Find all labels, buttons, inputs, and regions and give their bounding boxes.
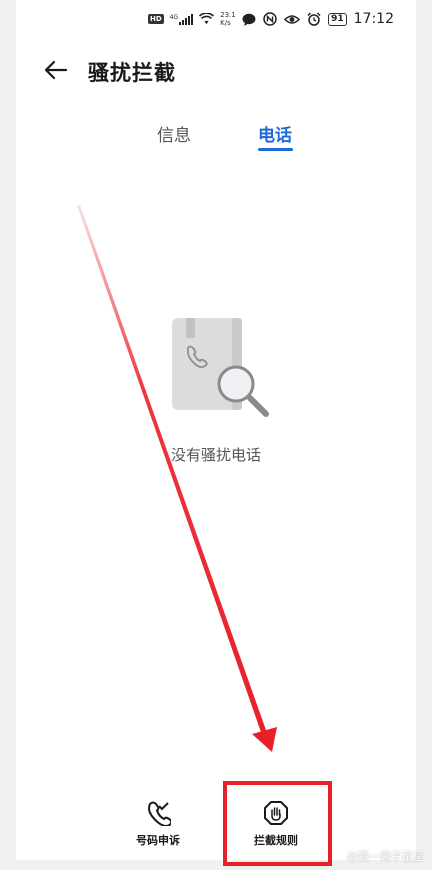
hd-badge: HD [148,14,164,24]
nfc-icon [263,12,277,26]
alarm-icon [307,12,321,26]
status-bar: HD 4G 23.1 K/s 91 17:12 [16,0,416,40]
status-left-group: HD 4G 23.1 K/s [148,11,256,27]
speed-value: 23.1 [220,11,236,19]
clock: 17:12 [353,11,394,27]
speed-unit: K/s [220,19,231,27]
message-bubble-icon [242,13,256,26]
page-title: 骚扰拦截 [88,61,176,85]
phone-appeal-icon [148,801,171,826]
battery-indicator: 91 [328,12,347,26]
watermark-text: @揽一袋子星星 [347,850,424,863]
active-tab-indicator [258,148,293,151]
app-screen: HD 4G 23.1 K/s 91 17:12 骚扰拦截 信息 电话 没有骚扰电… [16,0,416,860]
tab-messages[interactable]: 信息 [157,121,191,146]
empty-call-log-icon [172,318,269,417]
arrow-left-icon [44,60,68,80]
eye-comfort-icon [284,14,301,24]
app-header: 骚扰拦截 [16,50,416,90]
wifi-icon [199,13,215,24]
network-speed: 23.1 K/s [220,11,236,27]
signal-icon [179,13,194,25]
annotation-highlight-box [223,781,332,866]
number-appeal-label: 号码申诉 [136,834,180,847]
number-appeal-button[interactable]: 号码申诉 [118,800,198,848]
tab-calls[interactable]: 电话 [258,121,292,146]
empty-state-message: 没有骚扰电话 [170,446,261,464]
network-type: 4G [169,13,179,21]
back-button[interactable] [42,56,70,84]
status-right-group: 91 17:12 [263,11,394,27]
network-indicator: 4G [169,13,194,25]
